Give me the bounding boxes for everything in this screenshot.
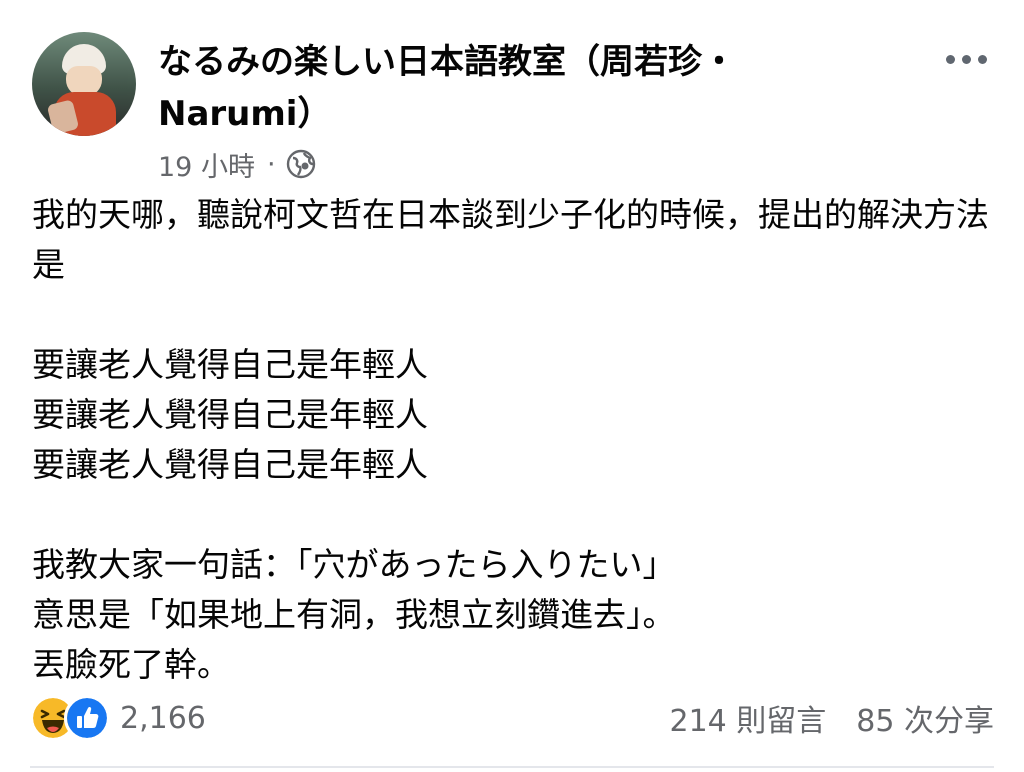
post-meta: 19 小時 ·: [158, 145, 316, 184]
post-text-line: 要讓老人覺得自己是年輕人: [32, 395, 428, 434]
post-body: 我的天哪，聽說柯文哲在日本談到少子化的時候，提出的解決方法是 要讓老人覺得自己是…: [32, 190, 992, 690]
more-horizontal-icon-dot: [945, 54, 955, 64]
post-text-line: 意思是「如果地上有洞，我想立刻鑽進去」。: [32, 595, 676, 634]
post-text-line: 丟臉死了幹。: [32, 645, 230, 684]
post-text-line: 我的天哪，聽說柯文哲在日本談到少子化的時候，提出的解決方法是: [32, 195, 989, 284]
more-horizontal-icon-dot: [961, 54, 971, 64]
reaction-count: 2,166: [120, 700, 206, 736]
more-options-button[interactable]: [938, 44, 994, 74]
footer-divider: [30, 766, 994, 768]
meta-separator: ·: [266, 148, 276, 180]
page-avatar[interactable]: [32, 32, 136, 136]
post-timestamp[interactable]: 19 小時: [158, 145, 255, 184]
comments-count-link[interactable]: 214 則留言: [669, 696, 826, 740]
engagement-stats: 214 則留言 85 次分享: [669, 696, 994, 740]
facebook-post: なるみの楽しい日本語教室（周若珍・Narumi） 19 小時 · 我的天哪，聽說…: [0, 0, 1024, 772]
shares-count-link[interactable]: 85 次分享: [856, 696, 994, 740]
post-text-line: 我教大家一句話：「穴があったら入りたい」: [32, 545, 676, 584]
page-name-link[interactable]: なるみの楽しい日本語教室（周若珍・Narumi）: [158, 36, 858, 140]
like-icon: [64, 695, 110, 741]
globe-icon[interactable]: [286, 149, 316, 179]
post-text-line: 要讓老人覺得自己是年輕人: [32, 445, 428, 484]
more-horizontal-icon-dot: [977, 54, 987, 64]
post-footer: 2,166 214 則留言 85 次分享: [30, 694, 994, 742]
reactions-summary[interactable]: 2,166: [30, 695, 206, 741]
post-text-line: 要讓老人覺得自己是年輕人: [32, 345, 428, 384]
